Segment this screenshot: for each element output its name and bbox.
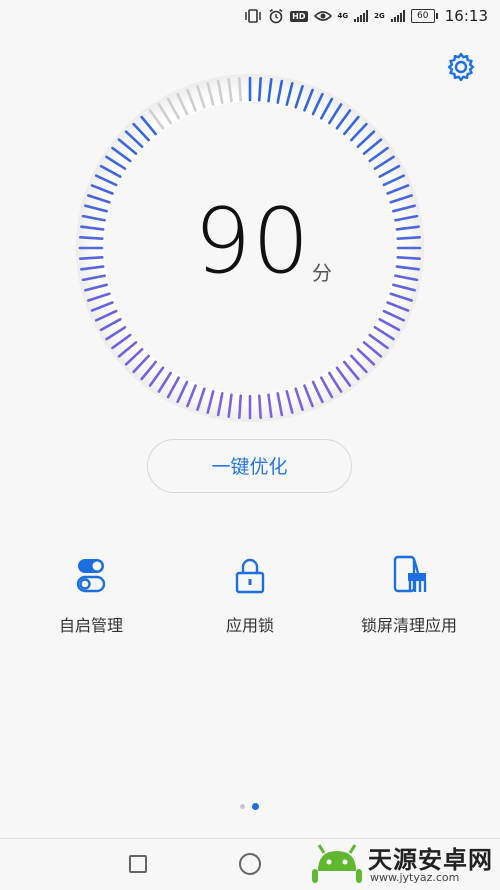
battery-icon: 60 [410,9,438,23]
status-bar: HD 4G 2G 60 16:13 [0,0,500,34]
vibrate-icon [245,9,261,23]
padlock-icon [235,558,265,594]
watermark-text: 天源安卓网 [368,846,493,874]
recents-button[interactable] [129,855,147,873]
watermark-url: www.jytyaz.com [370,871,460,884]
feature-label: 锁屏清理应用 [360,616,457,635]
gauge-tick-inactive [238,77,243,102]
score-display: 90 分 [0,197,500,297]
gauge-tick-active [257,394,262,419]
optimize-button[interactable]: 一键优化 [147,439,352,493]
network-type-2: 2G [374,12,385,20]
signal-2-icon [390,10,405,22]
settings-gear-icon[interactable] [445,51,477,83]
toggle-switch-icon [76,559,106,593]
alarm-icon [269,8,283,24]
phone-broom-icon [393,555,427,593]
score-unit: 分 [312,261,332,285]
android-logo-icon [312,844,362,883]
signal-1-icon [354,10,369,22]
watermark: 天源安卓网 www.jytyaz.com [308,838,500,889]
network-type-1: 4G [337,12,349,20]
feature-app-lock[interactable]: 应用锁 [175,555,325,636]
feature-label: 自启管理 [58,616,123,635]
hd-badge: HD [290,10,308,22]
page-dot-active[interactable] [252,803,259,810]
page-indicator [240,803,259,810]
gauge-tick-active [238,394,243,419]
status-icons: HD 4G 2G 60 16:13 [244,7,488,25]
feature-startup-manager[interactable]: 自启管理 [16,555,166,636]
score-value: 90 [194,189,311,294]
gauge-tick-active [257,77,262,102]
feature-label: 应用锁 [225,616,274,635]
feature-lockscreen-cleanup[interactable]: 锁屏清理应用 [334,555,484,636]
status-time: 16:13 [444,7,488,25]
home-button[interactable] [239,853,261,875]
eye-icon [313,11,332,21]
page-dot[interactable] [240,804,245,809]
